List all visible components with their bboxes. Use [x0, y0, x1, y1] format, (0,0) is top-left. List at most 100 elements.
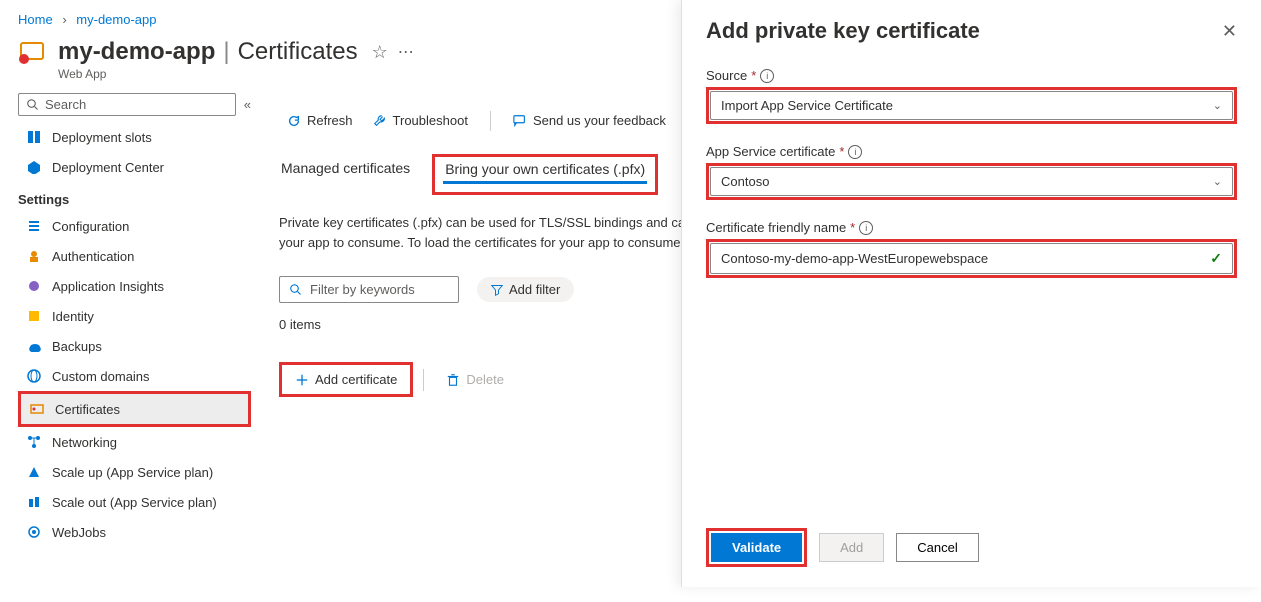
- panel-footer: Validate Add Cancel: [706, 528, 979, 567]
- more-icon[interactable]: ⋯: [398, 42, 414, 62]
- sidebar-item-scale-up[interactable]: Scale up (App Service plan): [18, 457, 251, 487]
- backups-icon: [26, 338, 42, 354]
- breadcrumb-separator: ›: [62, 12, 66, 27]
- source-select[interactable]: Import App Service Certificate ⌄: [710, 91, 1233, 120]
- trash-icon: [446, 373, 460, 387]
- sidebar-label: Certificates: [55, 402, 120, 417]
- asc-label: App Service certificate: [706, 144, 835, 159]
- sidebar-label: Networking: [52, 435, 117, 450]
- sidebar: Search « Deployment slots Deployment Cen…: [0, 93, 255, 602]
- search-icon: [27, 99, 39, 111]
- sidebar-item-networking[interactable]: Networking: [18, 427, 251, 457]
- authentication-icon: [26, 248, 42, 264]
- field-friendly-name: Certificate friendly name * i Contoso-my…: [706, 220, 1237, 278]
- breadcrumb-app[interactable]: my-demo-app: [76, 12, 156, 27]
- close-panel-button[interactable]: ✕: [1222, 21, 1237, 42]
- friendly-name-input[interactable]: Contoso-my-demo-app-WestEuropewebspace ✓: [710, 243, 1233, 274]
- info-icon[interactable]: i: [848, 145, 862, 159]
- add-button: Add: [819, 533, 884, 562]
- cancel-button[interactable]: Cancel: [896, 533, 978, 562]
- sidebar-item-backups[interactable]: Backups: [18, 331, 251, 361]
- troubleshoot-icon: [373, 114, 387, 128]
- sidebar-label: Scale up (App Service plan): [52, 465, 213, 480]
- filter-icon: [491, 284, 503, 296]
- tab-bring-your-own[interactable]: Bring your own certificates (.pfx): [443, 161, 647, 184]
- refresh-icon: [287, 114, 301, 128]
- asc-value: Contoso: [721, 174, 769, 189]
- sidebar-label: Identity: [52, 309, 94, 324]
- add-filter-button[interactable]: Add filter: [477, 277, 574, 302]
- filter-by-keywords-input[interactable]: Filter by keywords: [279, 276, 459, 303]
- field-app-service-certificate: App Service certificate * i Contoso ⌄: [706, 144, 1237, 200]
- scale-out-icon: [26, 494, 42, 510]
- sidebar-label: Application Insights: [52, 279, 164, 294]
- panel-title: Add private key certificate: [706, 18, 980, 44]
- source-value: Import App Service Certificate: [721, 98, 893, 113]
- info-icon[interactable]: i: [760, 69, 774, 83]
- plus-icon: [295, 373, 309, 387]
- configuration-icon: [26, 218, 42, 234]
- sidebar-item-certificates[interactable]: Certificates: [21, 394, 248, 424]
- required-asterisk: *: [850, 220, 855, 235]
- sidebar-item-custom-domains[interactable]: Custom domains: [18, 361, 251, 391]
- tab-managed-certificates[interactable]: Managed certificates: [279, 154, 412, 195]
- sidebar-search[interactable]: Search: [18, 93, 236, 116]
- collapse-sidebar-icon[interactable]: «: [244, 97, 251, 112]
- friendly-value: Contoso-my-demo-app-WestEuropewebspace: [721, 251, 988, 266]
- app-service-certificate-select[interactable]: Contoso ⌄: [710, 167, 1233, 196]
- add-certificate-button[interactable]: Add certificate: [282, 365, 410, 394]
- toolbar-divider: [490, 111, 491, 131]
- sidebar-label: Authentication: [52, 249, 134, 264]
- insights-icon: [26, 278, 42, 294]
- sidebar-item-app-insights[interactable]: Application Insights: [18, 271, 251, 301]
- sidebar-item-deployment-center[interactable]: Deployment Center: [18, 152, 251, 182]
- required-asterisk: *: [839, 144, 844, 159]
- sidebar-label: Scale out (App Service plan): [52, 495, 217, 510]
- title-separator: |: [223, 38, 229, 66]
- slots-icon: [26, 129, 42, 145]
- add-filter-label: Add filter: [509, 282, 560, 297]
- favorite-star-icon[interactable]: ☆: [372, 42, 388, 63]
- troubleshoot-label: Troubleshoot: [393, 113, 468, 128]
- filter-placeholder: Filter by keywords: [310, 282, 415, 297]
- feedback-icon: [513, 114, 527, 128]
- search-icon: [290, 284, 302, 296]
- chevron-down-icon: ⌄: [1213, 175, 1222, 188]
- sidebar-group-settings: Settings: [18, 182, 251, 211]
- info-icon[interactable]: i: [859, 221, 873, 235]
- source-label: Source: [706, 68, 747, 83]
- search-placeholder: Search: [45, 97, 86, 112]
- sidebar-item-deployment-slots[interactable]: Deployment slots: [18, 122, 251, 152]
- identity-icon: [26, 308, 42, 324]
- sidebar-item-identity[interactable]: Identity: [18, 301, 251, 331]
- chevron-down-icon: ⌄: [1213, 99, 1222, 112]
- sidebar-item-configuration[interactable]: Configuration: [18, 211, 251, 241]
- delete-button[interactable]: Delete: [434, 366, 516, 393]
- sidebar-item-scale-out[interactable]: Scale out (App Service plan): [18, 487, 251, 517]
- add-certificate-panel: Add private key certificate ✕ Source * i…: [681, 0, 1261, 587]
- webjobs-icon: [26, 524, 42, 540]
- networking-icon: [26, 434, 42, 450]
- app-name: my-demo-app: [58, 38, 215, 66]
- friendly-label: Certificate friendly name: [706, 220, 846, 235]
- deployment-center-icon: [26, 159, 42, 175]
- sidebar-label: Deployment Center: [52, 160, 164, 175]
- required-asterisk: *: [751, 68, 756, 83]
- refresh-label: Refresh: [307, 113, 353, 128]
- validate-button[interactable]: Validate: [711, 533, 802, 562]
- scale-up-icon: [26, 464, 42, 480]
- add-certificate-label: Add certificate: [315, 372, 397, 387]
- field-source: Source * i Import App Service Certificat…: [706, 68, 1237, 124]
- refresh-button[interactable]: Refresh: [279, 107, 361, 134]
- sidebar-label: Deployment slots: [52, 130, 152, 145]
- feedback-label: Send us your feedback: [533, 113, 666, 128]
- sidebar-label: Configuration: [52, 219, 129, 234]
- sidebar-item-authentication[interactable]: Authentication: [18, 241, 251, 271]
- action-divider: [423, 369, 424, 391]
- troubleshoot-button[interactable]: Troubleshoot: [365, 107, 476, 134]
- sidebar-item-webjobs[interactable]: WebJobs: [18, 517, 251, 547]
- sidebar-label: Custom domains: [52, 369, 150, 384]
- webapp-icon: [18, 37, 48, 67]
- feedback-button[interactable]: Send us your feedback: [505, 107, 674, 134]
- breadcrumb-home[interactable]: Home: [18, 12, 53, 27]
